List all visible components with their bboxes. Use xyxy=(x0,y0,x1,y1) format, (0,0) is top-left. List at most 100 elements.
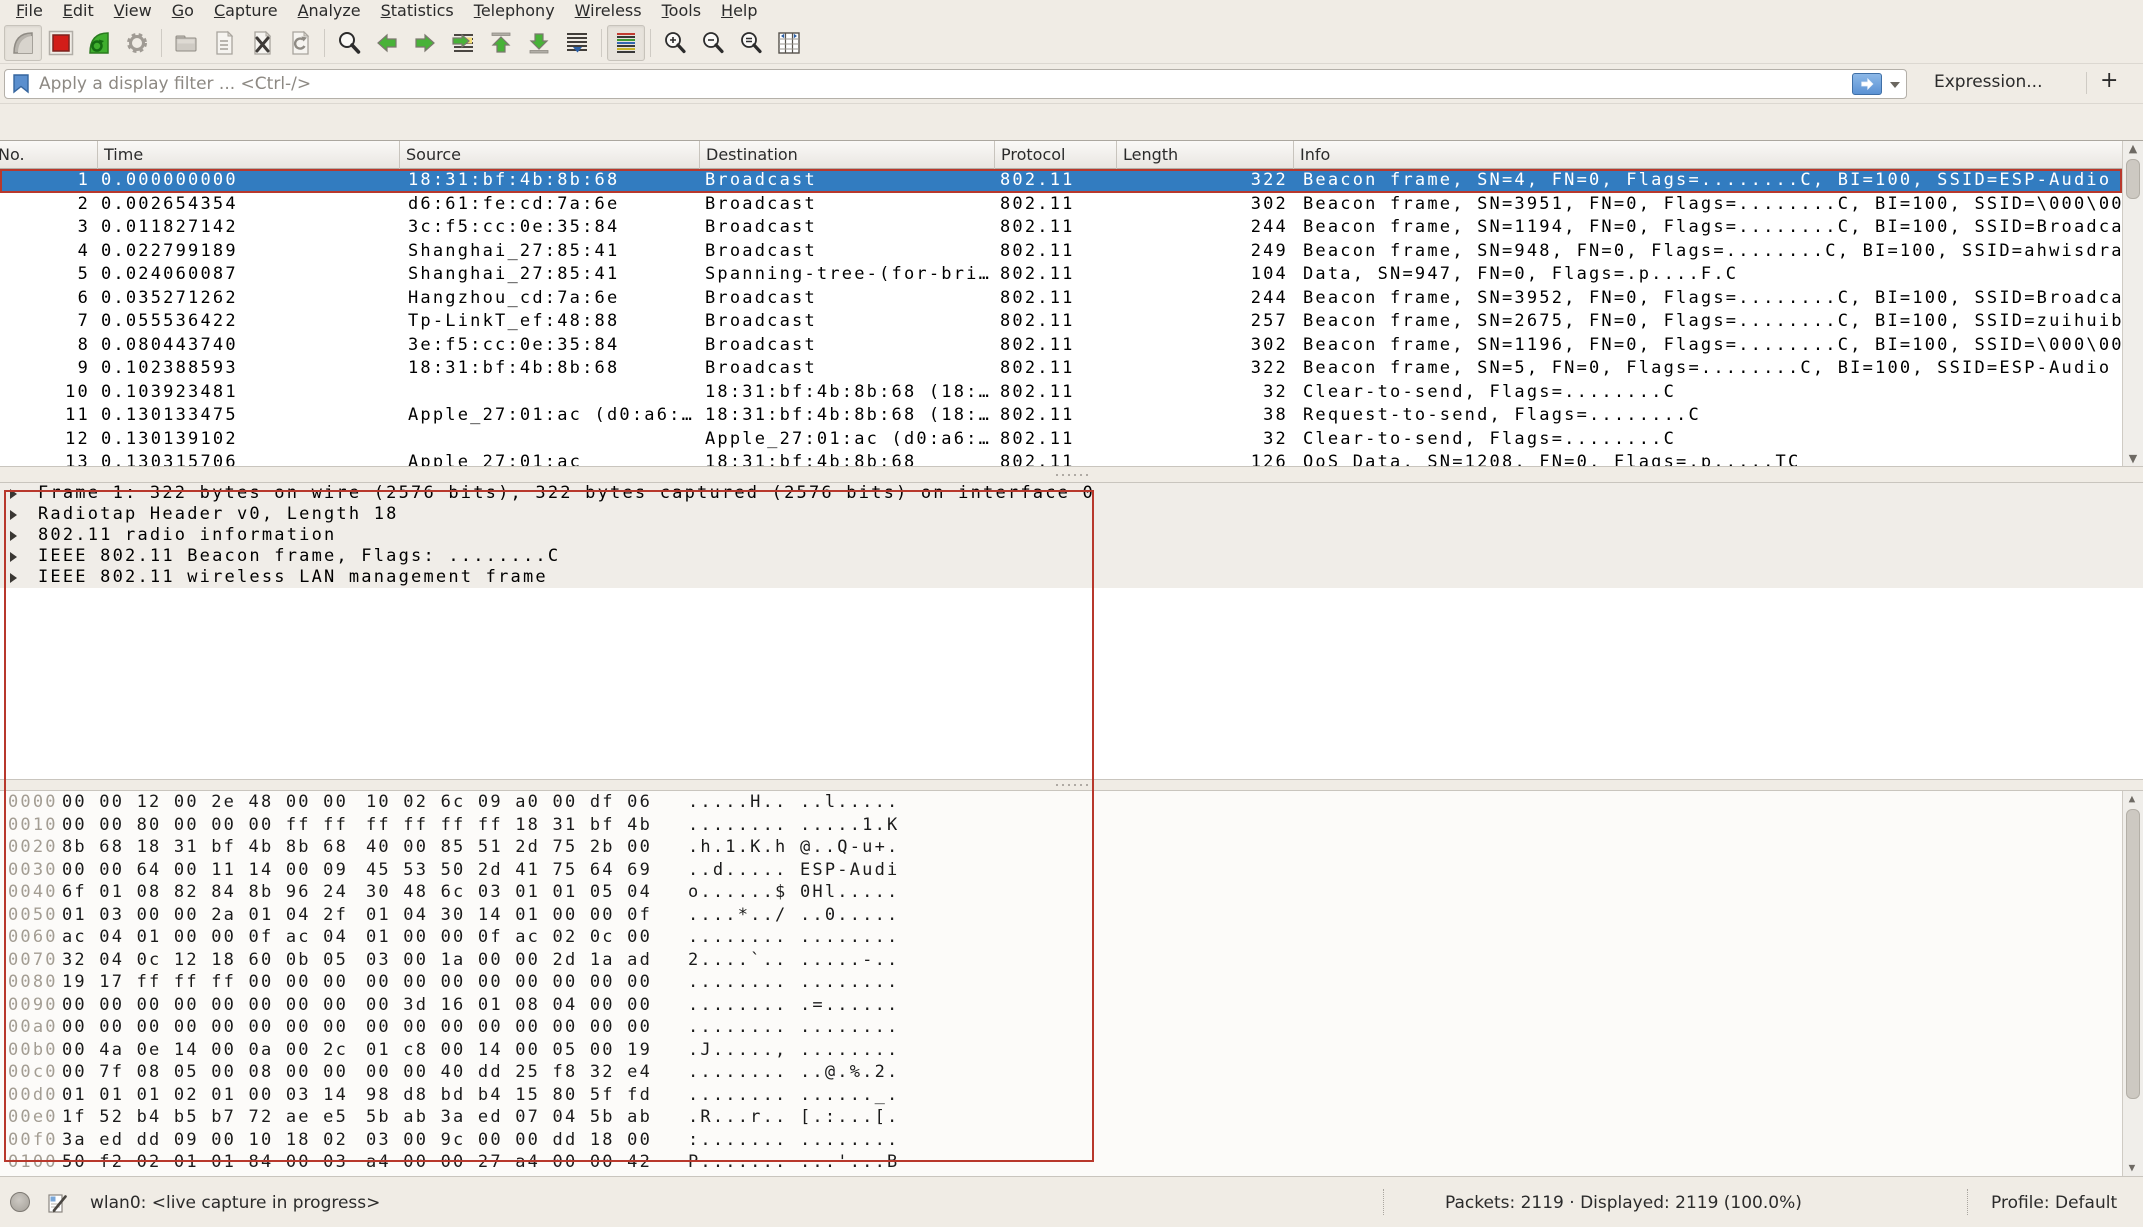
zoom-reset-button[interactable] xyxy=(732,25,770,61)
packet-row[interactable]: 9 0.102388593 18:31:bf:4b:8b:68 Broadcas… xyxy=(0,357,2122,381)
packet-list-pane: No. Time Source Destination Protocol Len… xyxy=(0,140,2143,466)
add-filter-button[interactable]: + xyxy=(2100,68,2118,93)
detail-row[interactable]: Radiotap Header v0, Length 18 xyxy=(0,504,2143,525)
hex-row[interactable]: 0060 ac 04 01 00 00 0f ac 04 01 00 00 0f… xyxy=(0,926,2143,949)
list-details-splitter[interactable] xyxy=(0,466,2143,483)
reload-file-button[interactable] xyxy=(281,25,319,61)
hex-row[interactable]: 0090 00 00 00 00 00 00 00 00 00 3d 16 01… xyxy=(0,994,2143,1017)
hex-row[interactable]: 0040 6f 01 08 82 84 8b 96 24 30 48 6c 03… xyxy=(0,881,2143,904)
column-header-info[interactable]: Info xyxy=(1294,141,2122,169)
hex-row[interactable]: 0000 00 00 12 00 2e 48 00 00 10 02 6c 09… xyxy=(0,791,2143,814)
packet-row[interactable]: 1 0.000000000 18:31:bf:4b:8b:68 Broadcas… xyxy=(0,169,2122,193)
capture-options-button[interactable] xyxy=(118,25,156,61)
column-header-no[interactable]: No. xyxy=(0,141,98,169)
packet-row[interactable]: 12 0.130139102 Apple_27:01:ac (d0:a6:… 8… xyxy=(0,428,2122,452)
start-capture-button[interactable] xyxy=(4,25,42,61)
go-back-button[interactable] xyxy=(368,25,406,61)
menu-statistics[interactable]: Statistics xyxy=(371,0,464,22)
details-bytes-splitter[interactable] xyxy=(0,779,2143,791)
menu-wireless[interactable]: Wireless xyxy=(565,0,652,22)
packet-row[interactable]: 3 0.011827142 3c:f5:cc:0e:35:84 Broadcas… xyxy=(0,216,2122,240)
packet-row[interactable]: 13 0.130315706 Apple_27:01:ac 18:31:bf:4… xyxy=(0,451,2122,466)
menu-tools[interactable]: Tools xyxy=(652,0,711,22)
cell-source: Hangzhou_cd:7a:6e xyxy=(400,287,700,311)
ascii-left: .....H.. xyxy=(688,791,787,814)
menu-telephony[interactable]: Telephony xyxy=(464,0,565,22)
menu-view[interactable]: View xyxy=(104,0,162,22)
hex-row[interactable]: 0050 01 03 00 00 2a 01 04 2f 01 04 30 14… xyxy=(0,904,2143,927)
resize-columns-button[interactable] xyxy=(770,25,808,61)
open-file-button[interactable] xyxy=(167,25,205,61)
scroll-down-arrow[interactable]: ▼ xyxy=(2123,451,2143,466)
scroll-up-arrow[interactable]: ▲ xyxy=(2123,141,2143,157)
zoom-out-button[interactable] xyxy=(694,25,732,61)
hex-row[interactable]: 0080 19 17 ff ff ff 00 00 00 00 00 00 00… xyxy=(0,971,2143,994)
expand-arrow-icon[interactable] xyxy=(10,531,17,541)
packet-row[interactable]: 11 0.130133475 Apple_27:01:ac (d0:a6:… 1… xyxy=(0,404,2122,428)
go-first-packet-button[interactable] xyxy=(482,25,520,61)
menu-analyze[interactable]: Analyze xyxy=(288,0,371,22)
go-forward-button[interactable] xyxy=(406,25,444,61)
detail-row[interactable]: 802.11 radio information xyxy=(0,525,2143,546)
packet-row[interactable]: 7 0.055536422 Tp-LinkT_ef:48:88 Broadcas… xyxy=(0,310,2122,334)
column-header-destination[interactable]: Destination xyxy=(700,141,995,169)
ascii-right: ........ xyxy=(800,1129,899,1152)
packet-row[interactable]: 5 0.024060087 Shanghai_27:85:41 Spanning… xyxy=(0,263,2122,287)
hex-row[interactable]: 0070 32 04 0c 12 18 60 0b 05 03 00 1a 00… xyxy=(0,949,2143,972)
filter-history-caret[interactable] xyxy=(1890,82,1900,88)
detail-row[interactable]: Frame 1: 322 bytes on wire (2576 bits), … xyxy=(0,483,2143,504)
colorize-packets-button[interactable] xyxy=(607,25,645,61)
packet-row[interactable]: 4 0.022799189 Shanghai_27:85:41 Broadcas… xyxy=(0,240,2122,264)
column-header-protocol[interactable]: Protocol xyxy=(995,141,1117,169)
auto-scroll-button[interactable] xyxy=(558,25,596,61)
hex-row[interactable]: 0010 00 00 80 00 00 00 ff ff ff ff ff ff… xyxy=(0,814,2143,837)
profile-status[interactable]: Profile: Default xyxy=(1991,1193,2117,1213)
detail-text: IEEE 802.11 Beacon frame, Flags: .......… xyxy=(38,546,560,566)
scrollbar-thumb[interactable] xyxy=(2126,159,2140,199)
column-header-length[interactable]: Length xyxy=(1117,141,1294,169)
expand-arrow-icon[interactable] xyxy=(10,573,17,583)
stop-capture-button[interactable] xyxy=(42,25,80,61)
apply-filter-button[interactable] xyxy=(1852,73,1882,95)
packet-row[interactable]: 8 0.080443740 3e:f5:cc:0e:35:84 Broadcas… xyxy=(0,334,2122,358)
capture-status-led[interactable] xyxy=(10,1192,30,1212)
find-packet-button[interactable] xyxy=(330,25,368,61)
filter-bookmark-icon[interactable] xyxy=(11,73,31,95)
packet-row[interactable]: 10 0.103923481 18:31:bf:4b:8b:68 (18:… 8… xyxy=(0,381,2122,405)
column-header-time[interactable]: Time xyxy=(98,141,400,169)
capture-comment-icon[interactable] xyxy=(46,1191,68,1219)
expand-arrow-icon[interactable] xyxy=(10,510,17,520)
hex-row[interactable]: 00c0 00 7f 08 05 00 08 00 00 00 00 40 dd… xyxy=(0,1061,2143,1084)
close-file-button[interactable] xyxy=(243,25,281,61)
hex-row[interactable]: 00e0 1f 52 b4 b5 b7 72 ae e5 5b ab 3a ed… xyxy=(0,1106,2143,1129)
expand-arrow-icon[interactable] xyxy=(10,489,17,499)
hex-row[interactable]: 0020 8b 68 18 31 bf 4b 8b 68 40 00 85 51… xyxy=(0,836,2143,859)
menu-file[interactable]: File xyxy=(6,0,53,22)
restart-capture-button[interactable] xyxy=(80,25,118,61)
hex-row[interactable]: 00f0 3a ed dd 09 00 10 18 02 03 00 9c 00… xyxy=(0,1129,2143,1152)
expression-button[interactable]: Expression... xyxy=(1934,72,2043,92)
detail-row[interactable]: IEEE 802.11 wireless LAN management fram… xyxy=(0,567,2143,588)
menu-edit[interactable]: Edit xyxy=(53,0,104,22)
menu-help[interactable]: Help xyxy=(711,0,767,22)
expand-arrow-icon[interactable] xyxy=(10,552,17,562)
hex-row[interactable]: 0030 00 00 64 00 11 14 00 09 45 53 50 2d… xyxy=(0,859,2143,882)
packet-row[interactable]: 2 0.002654354 d6:61:fe:cd:7a:6e Broadcas… xyxy=(0,193,2122,217)
hex-row[interactable]: 0100 50 f2 02 01 01 84 00 03 a4 00 00 27… xyxy=(0,1151,2143,1174)
go-to-packet-button[interactable] xyxy=(444,25,482,61)
go-last-packet-button[interactable] xyxy=(520,25,558,61)
packet-row[interactable]: 6 0.035271262 Hangzhou_cd:7a:6e Broadcas… xyxy=(0,287,2122,311)
menu-capture[interactable]: Capture xyxy=(204,0,288,22)
packet-list-scrollbar[interactable]: ▲ ▼ xyxy=(2122,141,2143,466)
display-filter-input[interactable]: Apply a display filter ... <Ctrl-/> xyxy=(4,69,1907,99)
menu-go[interactable]: Go xyxy=(162,0,204,22)
zoom-in-button[interactable] xyxy=(656,25,694,61)
cell-source: Shanghai_27:85:41 xyxy=(400,263,700,287)
column-header-source[interactable]: Source xyxy=(400,141,700,169)
detail-row[interactable]: IEEE 802.11 Beacon frame, Flags: .......… xyxy=(0,546,2143,567)
ascii-left: ........ xyxy=(688,814,787,837)
hex-row[interactable]: 00a0 00 00 00 00 00 00 00 00 00 00 00 00… xyxy=(0,1016,2143,1039)
hex-row[interactable]: 00b0 00 4a 0e 14 00 0a 00 2c 01 c8 00 14… xyxy=(0,1039,2143,1062)
save-file-button[interactable] xyxy=(205,25,243,61)
hex-row[interactable]: 00d0 01 01 01 02 01 00 03 14 98 d8 bd b4… xyxy=(0,1084,2143,1107)
